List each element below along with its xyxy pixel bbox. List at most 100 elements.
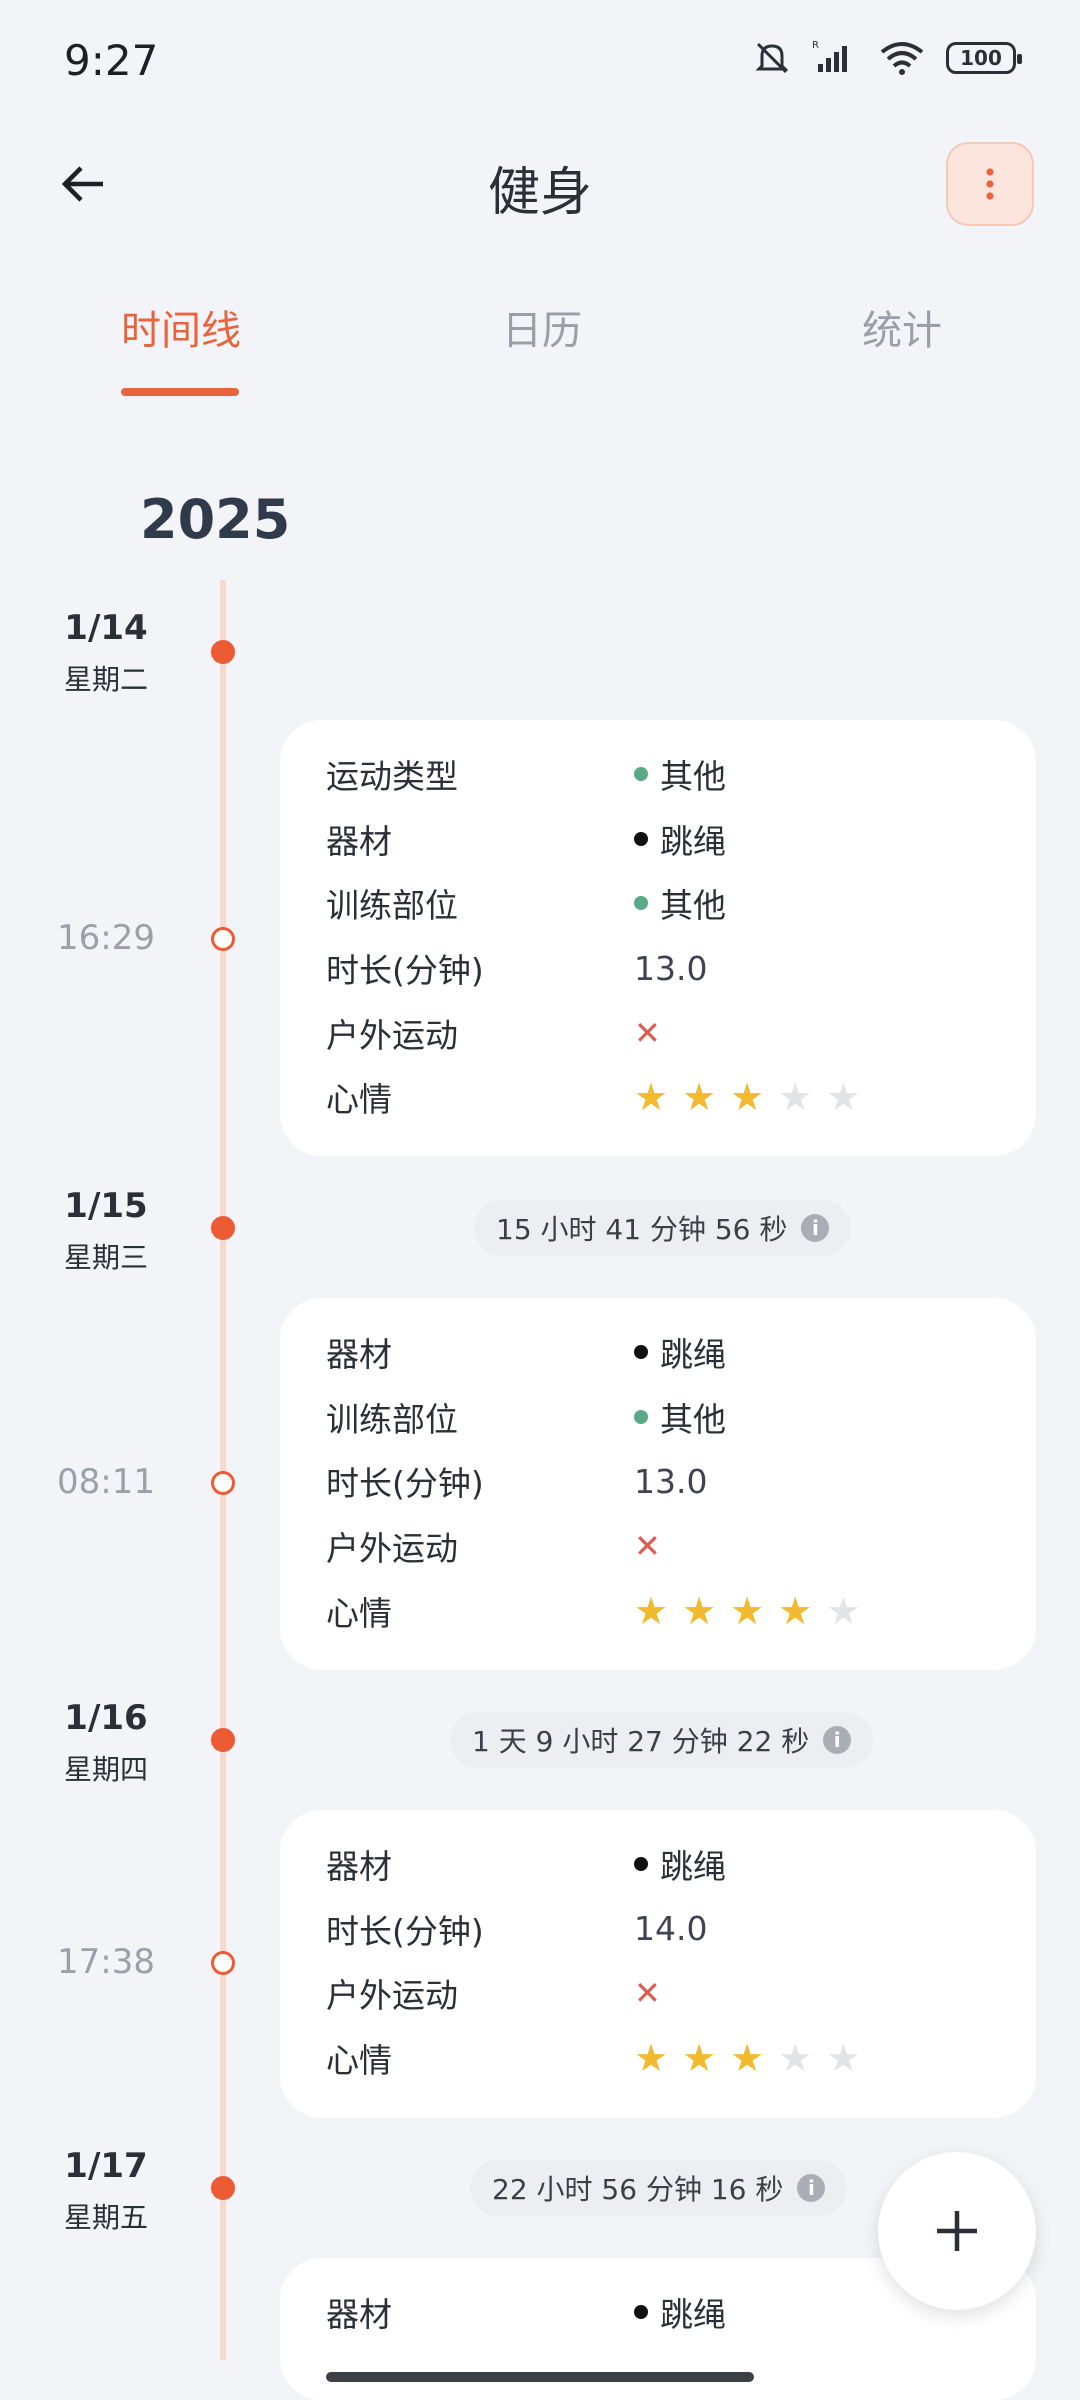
time-label: 16:29: [57, 918, 155, 958]
star-icon: ★: [778, 1588, 813, 1633]
row-label: 训练部位: [326, 886, 458, 926]
weekday-label: 星期五: [63, 2201, 148, 2234]
row-label: 运动类型: [326, 757, 458, 797]
star-icon: ★: [682, 1588, 717, 1633]
tag-dot: [634, 767, 648, 782]
star-icon: ★: [778, 1075, 813, 1120]
tab-bar: 时间线 日历 统计: [0, 286, 1080, 406]
date-block: 1/14 星期二: [40, 608, 172, 698]
row-label: 心情: [326, 1080, 392, 1120]
entry-row: 心情 ★ ★ ★ ★ ★: [326, 1578, 1036, 1643]
page-title: 健身: [487, 163, 592, 223]
entry-row: 训练部位 其他: [326, 1385, 1036, 1450]
time-gap-pill[interactable]: 15 小时 41 分钟 56 秒 i: [474, 1200, 852, 1256]
battery-icon: 100: [946, 42, 1022, 74]
entry-row: 时长(分钟) 13.0: [326, 1449, 1036, 1514]
time-label: 17:38: [57, 1942, 155, 1982]
star-icon: ★: [778, 2036, 813, 2081]
star-icon: ★: [634, 1075, 669, 1120]
row-value: 跳绳: [660, 1335, 726, 1375]
info-icon[interactable]: i: [823, 1726, 852, 1754]
entry-row: 器材 跳绳: [326, 1832, 1036, 1897]
time-gap-pill[interactable]: 22 小时 56 分钟 16 秒 i: [470, 2160, 848, 2216]
entry-row: 器材 跳绳: [326, 807, 1036, 872]
tab-statistics[interactable]: 统计: [862, 298, 942, 356]
entry-row: 户外运动 ✕: [326, 1961, 1036, 2026]
star-icon: ★: [634, 2036, 669, 2081]
star-icon: ★: [730, 1075, 765, 1120]
date-label: 1/15: [64, 1186, 148, 1226]
row-label: 心情: [326, 1593, 392, 1633]
entry-card[interactable]: 器材 跳绳 训练部位 其他 时长(分钟) 13.0 户外运动 ✕ 心情 ★ ★ ★ ★…: [280, 1298, 1036, 1670]
signal-icon: R: [812, 40, 847, 72]
date-label: 1/16: [64, 1698, 148, 1738]
row-label: 器材: [326, 1335, 392, 1375]
info-icon[interactable]: i: [797, 2174, 826, 2202]
star-icon: ★: [730, 2036, 765, 2081]
time-gap-pill[interactable]: 1 天 9 小时 27 分钟 22 秒 i: [450, 1712, 874, 1768]
entry-row: 户外运动 ✕: [326, 1514, 1036, 1579]
header: 健身: [0, 130, 1080, 240]
tab-timeline[interactable]: 时间线: [121, 298, 241, 356]
weekday-label: 星期三: [63, 1241, 148, 1274]
entry-card[interactable]: 运动类型 其他 器材 跳绳 训练部位 其他 时长(分钟) 13.0 户外运动 ✕…: [280, 720, 1036, 1156]
entry-row: 户外运动 ✕: [326, 1000, 1036, 1065]
entry-row: 运动类型 其他: [326, 742, 1036, 807]
row-label: 户外运动: [326, 1015, 458, 1055]
date-block: 1/17 星期五: [40, 2146, 172, 2236]
add-entry-button[interactable]: [878, 2152, 1036, 2310]
plus-icon: [937, 2211, 977, 2251]
entry-row: 时长(分钟) 14.0: [326, 1897, 1036, 1962]
tag-dot: [634, 2305, 648, 2320]
row-value: 跳绳: [660, 821, 726, 861]
entry-marker: [211, 1471, 235, 1495]
day-marker: [211, 1728, 235, 1752]
home-indicator[interactable]: [326, 2372, 754, 2382]
row-value: 13.0: [634, 948, 708, 988]
entry-row: 心情 ★ ★ ★ ★ ★: [326, 1065, 1036, 1130]
more-vert-icon: [986, 168, 994, 200]
entry-row: 器材 跳绳: [326, 1320, 1036, 1385]
tab-indicator: [121, 388, 239, 396]
row-label: 器材: [326, 2295, 392, 2335]
tag-dot: [634, 831, 648, 846]
wifi-icon: [880, 42, 924, 75]
entry-marker: [211, 927, 235, 951]
entry-row: 训练部位 其他: [326, 871, 1036, 936]
day-marker: [211, 2176, 235, 2200]
row-value: 跳绳: [660, 2295, 726, 2335]
row-value: 跳绳: [660, 1847, 726, 1887]
date-block: 1/16 星期四: [40, 1698, 172, 1788]
status-bar: 9:27 R 100: [0, 0, 1080, 126]
entry-marker: [211, 1951, 235, 1975]
tag-dot: [634, 1857, 648, 1872]
time-label: 08:11: [57, 1462, 155, 1502]
row-label: 器材: [326, 821, 392, 861]
status-time: 9:27: [64, 36, 159, 85]
tag-dot: [634, 1409, 648, 1424]
row-value: 其他: [660, 886, 726, 926]
mood-rating: ★ ★ ★ ★ ★: [634, 1078, 860, 1116]
svg-text:R: R: [812, 40, 819, 51]
entry-row: 心情 ★ ★ ★ ★ ★: [326, 2026, 1036, 2091]
time-gap-text: 1 天 9 小时 27 分钟 22 秒: [472, 1725, 810, 1758]
entry-card[interactable]: 器材 跳绳 时长(分钟) 14.0 户外运动 ✕ 心情 ★ ★ ★ ★ ★: [280, 1810, 1036, 2118]
row-value: 其他: [660, 757, 726, 797]
cross-icon: ✕: [634, 1974, 661, 2013]
day-marker: [211, 1216, 235, 1240]
cross-icon: ✕: [634, 1527, 661, 1566]
more-options-button[interactable]: [946, 142, 1034, 226]
tag-dot: [634, 896, 648, 911]
row-value: 13.0: [634, 1461, 708, 1501]
weekday-label: 星期四: [63, 1753, 148, 1786]
info-icon[interactable]: i: [801, 1214, 830, 1242]
cross-icon: ✕: [634, 1013, 661, 1052]
star-icon: ★: [826, 2036, 861, 2081]
row-label: 户外运动: [326, 1529, 458, 1569]
tab-calendar[interactable]: 日历: [502, 298, 582, 356]
row-label: 训练部位: [326, 1399, 458, 1439]
row-label: 时长(分钟): [326, 951, 484, 991]
status-icons: R 100: [752, 38, 1022, 78]
entry-row: 时长(分钟) 13.0: [326, 936, 1036, 1001]
star-icon: ★: [634, 1588, 669, 1633]
